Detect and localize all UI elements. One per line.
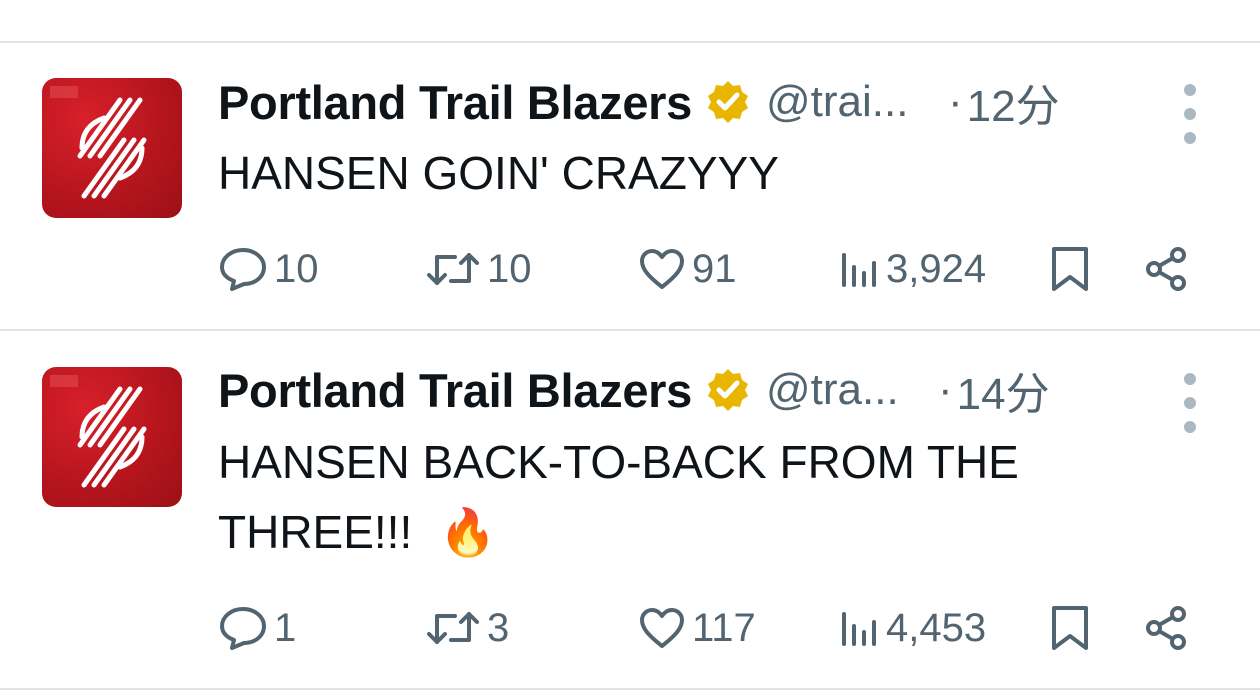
reply-button[interactable]: 10: [218, 239, 319, 299]
retweet-icon: [427, 612, 479, 644]
tweet-divider: [0, 41, 1260, 43]
view-count: 3,924: [886, 246, 987, 291]
blazers-pinwheel-logo-icon: [50, 86, 147, 199]
tweet-divider: [0, 688, 1260, 690]
more-options-icon[interactable]: [1180, 373, 1200, 433]
like-button[interactable]: 117: [638, 598, 756, 658]
retweet-count: 10: [487, 246, 532, 291]
timestamp[interactable]: 14分: [957, 358, 1050, 422]
retweet-button[interactable]: 3: [425, 598, 509, 658]
tweet-text: HANSEN BACK-TO-BACK FROM THE THREE!!! 🔥: [218, 427, 1198, 567]
like-count: 117: [692, 605, 756, 650]
retweet-icon: [427, 253, 479, 285]
like-button[interactable]: 91: [638, 239, 737, 299]
reply-count: 1: [274, 605, 297, 650]
previous-tweet-fragment: [0, 0, 1260, 42]
tweet-header: Portland Trail Blazers @trai... · 12分: [218, 72, 1060, 132]
share-icon: [1146, 247, 1186, 291]
views-icon: [842, 612, 876, 646]
reply-icon: [220, 607, 266, 650]
action-bar: 10 10 91 3,924: [218, 239, 1198, 299]
tweet-text-line-content: THREE!!!: [218, 506, 413, 558]
share-button[interactable]: [1142, 598, 1190, 658]
verified-badge-icon: [708, 81, 749, 123]
like-icon: [640, 608, 684, 648]
tweet[interactable]: Portland Trail Blazers @tra... · 14分 HAN…: [0, 331, 1260, 689]
view-count: 4,453: [886, 605, 987, 650]
author-handle[interactable]: @tra...: [766, 365, 916, 415]
tweet-text-line: HANSEN BACK-TO-BACK FROM THE: [218, 436, 1019, 488]
reply-count: 10: [274, 246, 319, 291]
bookmark-icon: [1052, 606, 1088, 650]
tweet-text-line: THREE!!! 🔥: [218, 497, 1198, 567]
author-handle[interactable]: @trai...: [766, 77, 926, 127]
tweet-text-line: HANSEN GOIN' CRAZYYY: [218, 147, 779, 199]
views-button[interactable]: 4,453: [840, 598, 986, 658]
like-icon: [640, 249, 684, 289]
tweet-header: Portland Trail Blazers @tra... · 14分: [218, 360, 1050, 420]
bookmark-button[interactable]: [1050, 598, 1090, 658]
tweet[interactable]: Portland Trail Blazers @trai... · 12分 HA…: [0, 44, 1260, 330]
views-button[interactable]: 3,924: [840, 239, 986, 299]
verified-badge-icon: [708, 369, 749, 411]
share-button[interactable]: [1142, 239, 1190, 299]
more-options-icon[interactable]: [1180, 84, 1200, 144]
tweet-text: HANSEN GOIN' CRAZYYY: [218, 138, 1198, 208]
reply-button[interactable]: 1: [218, 598, 296, 658]
reply-icon: [220, 248, 266, 291]
like-count: 91: [692, 246, 737, 291]
author-name[interactable]: Portland Trail Blazers: [218, 363, 692, 418]
avatar[interactable]: [42, 78, 182, 218]
separator-dot: ·: [948, 77, 963, 126]
author-name[interactable]: Portland Trail Blazers: [218, 75, 692, 130]
separator-dot: ·: [938, 365, 953, 414]
action-bar: 1 3 117 4,453: [218, 598, 1198, 658]
views-icon: [842, 253, 876, 287]
retweet-button[interactable]: 10: [425, 239, 532, 299]
fire-emoji: 🔥: [439, 506, 497, 558]
retweet-count: 3: [487, 605, 510, 650]
share-icon: [1146, 606, 1186, 650]
blazers-pinwheel-logo-icon: [50, 375, 147, 488]
avatar[interactable]: [42, 367, 182, 507]
timestamp[interactable]: 12分: [967, 70, 1060, 134]
bookmark-icon: [1052, 247, 1088, 291]
bookmark-button[interactable]: [1050, 239, 1090, 299]
